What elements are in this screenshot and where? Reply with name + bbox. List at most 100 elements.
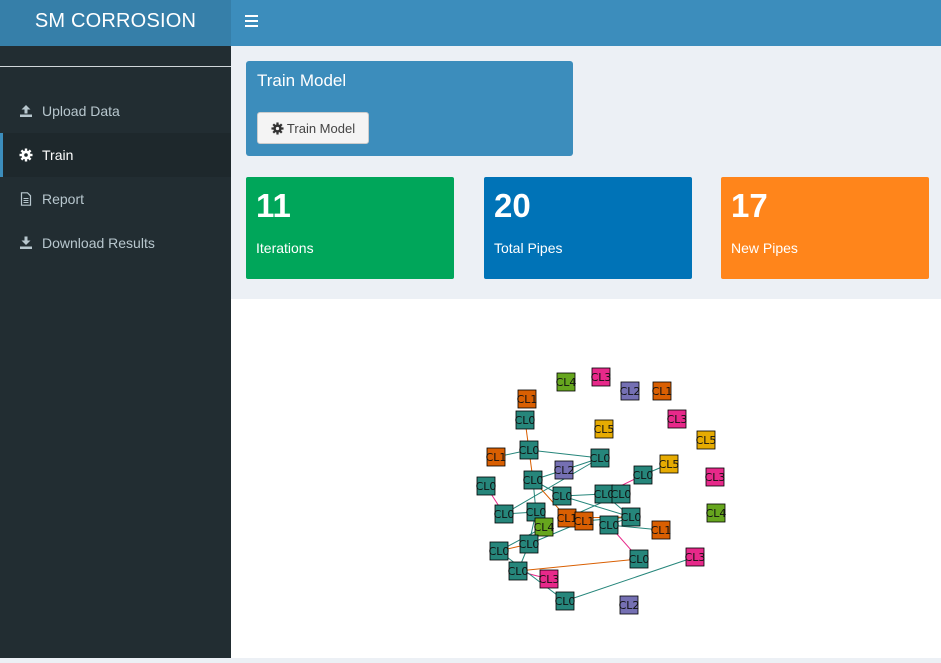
graph-node[interactable]: CL4 bbox=[706, 503, 727, 523]
graph-node-label: CL2 bbox=[620, 385, 641, 398]
graph-node[interactable]: CL0 bbox=[599, 515, 620, 535]
graph-node-label: CL0 bbox=[519, 444, 540, 457]
graph-node-label: CL0 bbox=[633, 469, 654, 482]
graph-node[interactable]: CL5 bbox=[659, 454, 680, 474]
train-model-button[interactable]: Train Model bbox=[257, 112, 369, 144]
graph-node-label: CL2 bbox=[619, 599, 640, 612]
graph-node-label: CL3 bbox=[667, 413, 688, 426]
sidebar-item-download-results[interactable]: Download Results bbox=[0, 221, 231, 265]
graph-node[interactable]: CL1 bbox=[574, 511, 595, 531]
train-model-title: Train Model bbox=[257, 71, 347, 90]
graph-node-label: CL0 bbox=[523, 474, 544, 487]
graph-node-label: CL0 bbox=[515, 414, 536, 427]
graph-node-label: CL0 bbox=[526, 506, 547, 519]
graph-node[interactable]: CL0 bbox=[629, 549, 650, 569]
graph-node[interactable]: CL3 bbox=[667, 409, 688, 429]
graph-node[interactable]: CL0 bbox=[515, 410, 536, 430]
graph-node-label: CL5 bbox=[659, 458, 680, 471]
graph-node-label: CL0 bbox=[629, 553, 650, 566]
graph-node[interactable]: CL0 bbox=[611, 484, 632, 504]
graph-node-label: CL0 bbox=[621, 511, 642, 524]
graph-node[interactable]: CL3 bbox=[591, 367, 612, 387]
value-box-new-pipes: 17 New Pipes bbox=[721, 177, 929, 279]
graph-node-label: CL1 bbox=[517, 393, 538, 406]
graph-node-label: CL1 bbox=[652, 385, 673, 398]
graph-node[interactable]: CL1 bbox=[517, 389, 538, 409]
app-title: SM CORROSION bbox=[34, 10, 197, 32]
graph-node[interactable]: CL1 bbox=[486, 447, 507, 467]
hamburger-icon[interactable] bbox=[245, 15, 258, 27]
graph-node[interactable]: CL0 bbox=[633, 465, 654, 485]
train-model-button-label: Train Model bbox=[286, 120, 356, 136]
graph-node[interactable]: CL3 bbox=[539, 569, 560, 589]
top-navbar bbox=[231, 0, 941, 46]
graph-node-label: CL0 bbox=[519, 538, 540, 551]
gear-icon bbox=[271, 121, 284, 135]
iterations-label: Iterations bbox=[256, 240, 314, 256]
graph-node[interactable]: CL0 bbox=[552, 486, 573, 506]
graph-node-label: CL0 bbox=[508, 565, 529, 578]
graph-node[interactable]: CL0 bbox=[590, 448, 611, 468]
graph-node[interactable]: CL0 bbox=[494, 504, 515, 524]
graph-node-label: CL1 bbox=[651, 524, 672, 537]
graph-node[interactable]: CL1 bbox=[651, 520, 672, 540]
app-logo[interactable]: SM CORROSION bbox=[0, 0, 231, 46]
sidebar-item-upload-data[interactable]: Upload Data bbox=[0, 89, 231, 133]
graph-node-label: CL5 bbox=[696, 434, 717, 447]
graph-edge bbox=[503, 457, 601, 515]
sidebar-item-label: Download Results bbox=[42, 235, 155, 251]
new-pipes-value: 17 bbox=[731, 187, 768, 224]
sidebar-item-label: Report bbox=[42, 191, 85, 207]
graph-node[interactable]: CL0 bbox=[476, 476, 497, 496]
graph-node-label: CL0 bbox=[494, 508, 515, 521]
sidebar-item-report[interactable]: Report bbox=[0, 177, 231, 221]
new-pipes-label: New Pipes bbox=[731, 240, 798, 256]
total-pipes-label: Total Pipes bbox=[494, 240, 563, 256]
sidebar-item-train[interactable]: Train bbox=[0, 133, 231, 177]
graph-node[interactable]: CL0 bbox=[621, 507, 642, 527]
graph-node-label: CL0 bbox=[599, 519, 620, 532]
train-model-box: Train Model Train Model bbox=[246, 61, 573, 156]
sidebar-menu: Upload Data Train Report Download Result… bbox=[0, 89, 231, 265]
graph-node[interactable]: CL4 bbox=[556, 372, 577, 392]
graph-node[interactable]: CL0 bbox=[519, 440, 540, 460]
graph-node[interactable]: CL0 bbox=[555, 591, 576, 611]
graph-node-label: CL3 bbox=[705, 471, 726, 484]
graph-node-label: CL0 bbox=[611, 488, 632, 501]
graph-node[interactable]: CL0 bbox=[508, 561, 529, 581]
graph-node-label: CL0 bbox=[555, 595, 576, 608]
network-graph[interactable]: CL4 CL3CL2 CL1CL1CL3CL0CL5CL5CL0CL1 CL0CL2 C… bbox=[231, 299, 941, 658]
graph-node[interactable]: CL2 bbox=[620, 381, 641, 401]
graph-node[interactable]: CL5 bbox=[696, 430, 717, 450]
value-box-iterations: 11 Iterations bbox=[246, 177, 454, 279]
network-plot[interactable]: CL4 CL3 CL2 CL1 CL1 CL3 CL0 CL5 CL5 CL0 CL1 CL0 CL2 C… bbox=[231, 299, 941, 658]
sidebar: Upload Data Train Report Download Result… bbox=[0, 46, 231, 658]
graph-node[interactable]: CL1 bbox=[652, 381, 673, 401]
graph-node-label: CL4 bbox=[706, 507, 727, 520]
graph-node-label: CL1 bbox=[574, 515, 595, 528]
graph-node-label: CL0 bbox=[552, 490, 573, 503]
graph-node[interactable]: CL0 bbox=[523, 470, 544, 490]
graph-node[interactable]: CL0 bbox=[519, 534, 540, 554]
graph-node[interactable]: CL3 bbox=[685, 547, 706, 567]
graph-node-label: CL1 bbox=[486, 451, 507, 464]
graph-node[interactable]: CL5 bbox=[594, 419, 615, 439]
graph-node-label: CL5 bbox=[594, 423, 615, 436]
main-content: Train Model Train Model 11 Iterations 20… bbox=[231, 46, 941, 658]
graph-node[interactable]: CL2 bbox=[619, 595, 640, 615]
download-icon bbox=[20, 236, 32, 249]
graph-node[interactable]: CL4 bbox=[534, 517, 555, 537]
upload-icon bbox=[20, 105, 32, 117]
graph-node[interactable]: CL0 bbox=[489, 541, 510, 561]
graph-node[interactable]: CL2 bbox=[554, 460, 575, 480]
sidebar-divider bbox=[0, 66, 231, 67]
graph-node[interactable]: CL3 bbox=[705, 467, 726, 487]
iterations-value: 11 bbox=[256, 187, 291, 224]
graph-node-label: CL0 bbox=[489, 545, 510, 558]
graph-edge bbox=[517, 558, 640, 572]
sidebar-item-label: Upload Data bbox=[42, 103, 120, 119]
graph-node-label: CL2 bbox=[554, 464, 575, 477]
gear-icon bbox=[19, 148, 33, 162]
value-box-total-pipes: 20 Total Pipes bbox=[484, 177, 692, 279]
graph-node-label: CL3 bbox=[685, 551, 706, 564]
